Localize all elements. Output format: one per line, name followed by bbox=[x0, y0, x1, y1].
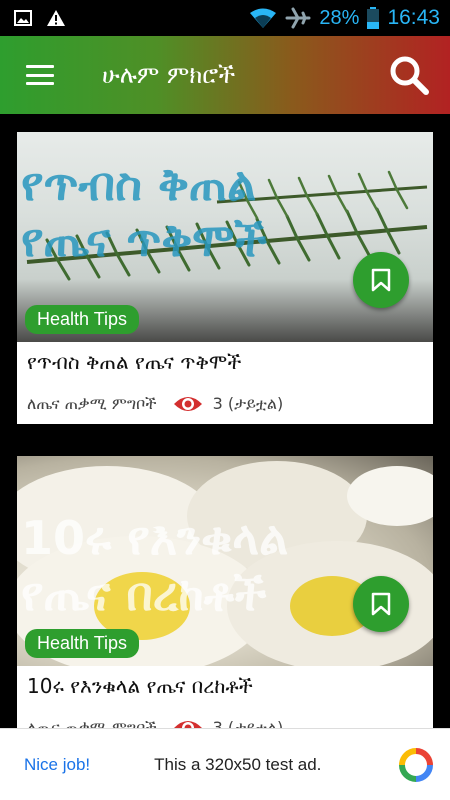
eye-icon bbox=[173, 721, 202, 728]
bookmark-icon bbox=[371, 592, 391, 616]
bookmark-button[interactable] bbox=[353, 252, 409, 308]
bookmark-button[interactable] bbox=[353, 576, 409, 632]
status-bar: 28% 16:43 bbox=[0, 0, 450, 36]
battery-icon bbox=[367, 7, 380, 29]
article-list[interactable]: የጥብስ ቅጠል የጤና ጥቅሞች Health Tips የጥብስ ቅጠል የ… bbox=[0, 114, 450, 728]
category-badge[interactable]: Health Tips bbox=[25, 305, 140, 334]
clock: 16:43 bbox=[387, 6, 440, 29]
search-icon[interactable] bbox=[388, 54, 430, 96]
image-caption-line: የጥብስ ቅጠል bbox=[21, 157, 257, 211]
view-count: 3 (ታይቷል) bbox=[173, 394, 284, 414]
article-title[interactable]: የጥብስ ቅጠል የጤና ጥቅሞች bbox=[17, 342, 433, 384]
eye-icon bbox=[173, 397, 202, 411]
article-meta: ለጤና ጠቃሚ ምግቦች 3 (ታይቷል) bbox=[17, 708, 433, 728]
article-category: ለጤና ጠቃሚ ምግቦች bbox=[27, 394, 157, 413]
image-caption-line: 10ሩ የእንቁላል bbox=[21, 511, 289, 565]
app-bar: ሁሉም ምክሮች bbox=[0, 36, 450, 114]
ad-banner[interactable]: Nice job! This a 320x50 test ad. bbox=[0, 728, 450, 800]
article-card[interactable]: የጥብስ ቅጠል የጤና ጥቅሞች Health Tips የጥብስ ቅጠል የ… bbox=[17, 132, 433, 424]
image-caption-line: የጤና ጥቅሞች bbox=[21, 213, 267, 267]
view-count: 3 (ታይቷል) bbox=[173, 718, 284, 728]
ad-nice-label: Nice job! bbox=[24, 754, 91, 774]
article-card[interactable]: 10ሩ የእንቁላል የጤና በረከቶች Health Tips 10ሩ የእን… bbox=[17, 456, 433, 728]
article-image: 10ሩ የእንቁላል የጤና በረከቶች Health Tips bbox=[17, 456, 433, 666]
battery-percent: 28% bbox=[319, 6, 360, 29]
article-category: ለጤና ጠቃሚ ምግቦች bbox=[27, 718, 157, 728]
wifi-icon bbox=[250, 8, 277, 28]
article-meta: ለጤና ጠቃሚ ምግቦች 3 (ታይቷል) bbox=[17, 384, 433, 424]
article-image: የጥብስ ቅጠል የጤና ጥቅሞች Health Tips bbox=[17, 132, 433, 342]
view-count-text: 3 (ታይቷል) bbox=[212, 394, 284, 413]
page-title: ሁሉም ምክሮች bbox=[102, 61, 236, 89]
view-count-text: 3 (ታይቷል) bbox=[212, 718, 284, 728]
article-title[interactable]: 10ሩ የእንቁላል የጤና በረከቶች bbox=[17, 666, 433, 708]
ad-logo-icon[interactable] bbox=[398, 747, 434, 783]
airplane-icon bbox=[285, 7, 311, 29]
menu-icon[interactable] bbox=[26, 65, 54, 85]
image-icon bbox=[14, 10, 32, 26]
bookmark-icon bbox=[371, 268, 391, 292]
image-caption-line: የጤና በረከቶች bbox=[21, 567, 267, 621]
category-badge[interactable]: Health Tips bbox=[25, 629, 140, 658]
ad-text: This a 320x50 test ad. bbox=[154, 754, 322, 774]
warning-icon bbox=[47, 10, 65, 26]
